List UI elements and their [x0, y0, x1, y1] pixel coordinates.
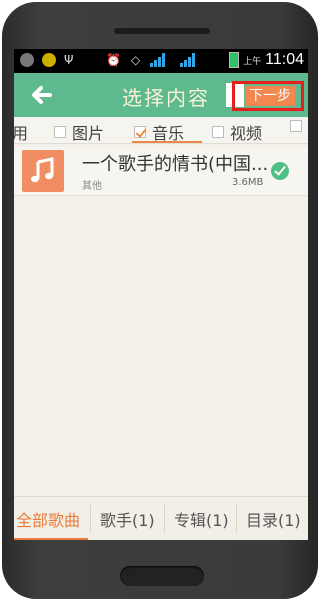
tab-videos-checkbox[interactable]: [212, 126, 224, 138]
status-mid-icons: ⏰ ◇: [106, 53, 200, 67]
signal-icon: [180, 53, 200, 67]
status-left-icons: Ψ: [20, 53, 73, 67]
status-bar: Ψ ⏰ ◇ 上午 11:04: [14, 49, 308, 73]
tab-separator: [90, 505, 91, 533]
tab-videos-label: 视频: [230, 124, 263, 143]
tab-pictures[interactable]: 图片: [54, 120, 104, 144]
home-button[interactable]: [120, 566, 204, 586]
song-size: 3.6MB: [232, 177, 264, 188]
category-tabs: 用 图片 音乐 视频: [14, 117, 308, 144]
tab-separator: [164, 505, 165, 533]
tab-videos[interactable]: 视频: [212, 120, 262, 144]
usb-icon: Ψ: [64, 53, 74, 67]
notification-icon: [42, 53, 56, 67]
arrow-left-icon[interactable]: [28, 81, 56, 109]
tab-music-checkbox[interactable]: [134, 126, 146, 138]
song-title: 一个歌手的情书(中国...: [82, 154, 269, 175]
usb-icon: [20, 53, 34, 67]
battery-icon: [229, 52, 240, 68]
tab-separator: [236, 505, 237, 533]
tab-more-checkbox[interactable]: [290, 120, 302, 132]
speaker-grille: [114, 28, 210, 34]
selected-check-icon[interactable]: [271, 162, 289, 180]
title-bar: 选择内容 下一步: [14, 73, 308, 117]
status-time: 11:04: [265, 51, 304, 68]
signal-3g-icon: [150, 53, 170, 67]
alarm-icon: ⏰: [106, 53, 121, 67]
tab-albums[interactable]: 专辑(1): [174, 507, 229, 531]
tab-apps-label: 用: [14, 124, 29, 143]
list-item[interactable]: 一个歌手的情书(中国... 其他 3.6MB: [14, 147, 308, 196]
tab-folders[interactable]: 目录(1): [246, 507, 301, 531]
tab-artists[interactable]: 歌手(1): [100, 507, 155, 531]
active-bottom-tab-indicator: [14, 538, 88, 540]
wifi-icon: ◇: [130, 53, 141, 67]
tab-more[interactable]: [290, 120, 308, 132]
next-button-label: 下一步: [245, 86, 295, 106]
tab-pictures-checkbox[interactable]: [54, 126, 66, 138]
music-note-icon: [22, 150, 64, 192]
status-right: 上午 11:04: [229, 51, 304, 69]
tab-all-songs[interactable]: 全部歌曲: [16, 507, 80, 531]
active-tab-indicator: [132, 141, 202, 143]
bottom-tabs: 全部歌曲 歌手(1) 专辑(1) 目录(1): [14, 496, 308, 540]
tab-pictures-label: 图片: [72, 124, 105, 143]
music-note-glyph: [31, 157, 54, 183]
status-ampm: 上午: [243, 56, 262, 67]
tab-apps[interactable]: 用: [14, 120, 28, 144]
song-artist: 其他: [82, 181, 102, 192]
screen: Ψ ⏰ ◇ 上午 11:04 选择内容 下一步 用 图片 音乐 视频 一个歌手的…: [14, 49, 308, 540]
page-title: 选择内容: [122, 86, 210, 110]
next-button[interactable]: 下一步: [232, 81, 304, 111]
